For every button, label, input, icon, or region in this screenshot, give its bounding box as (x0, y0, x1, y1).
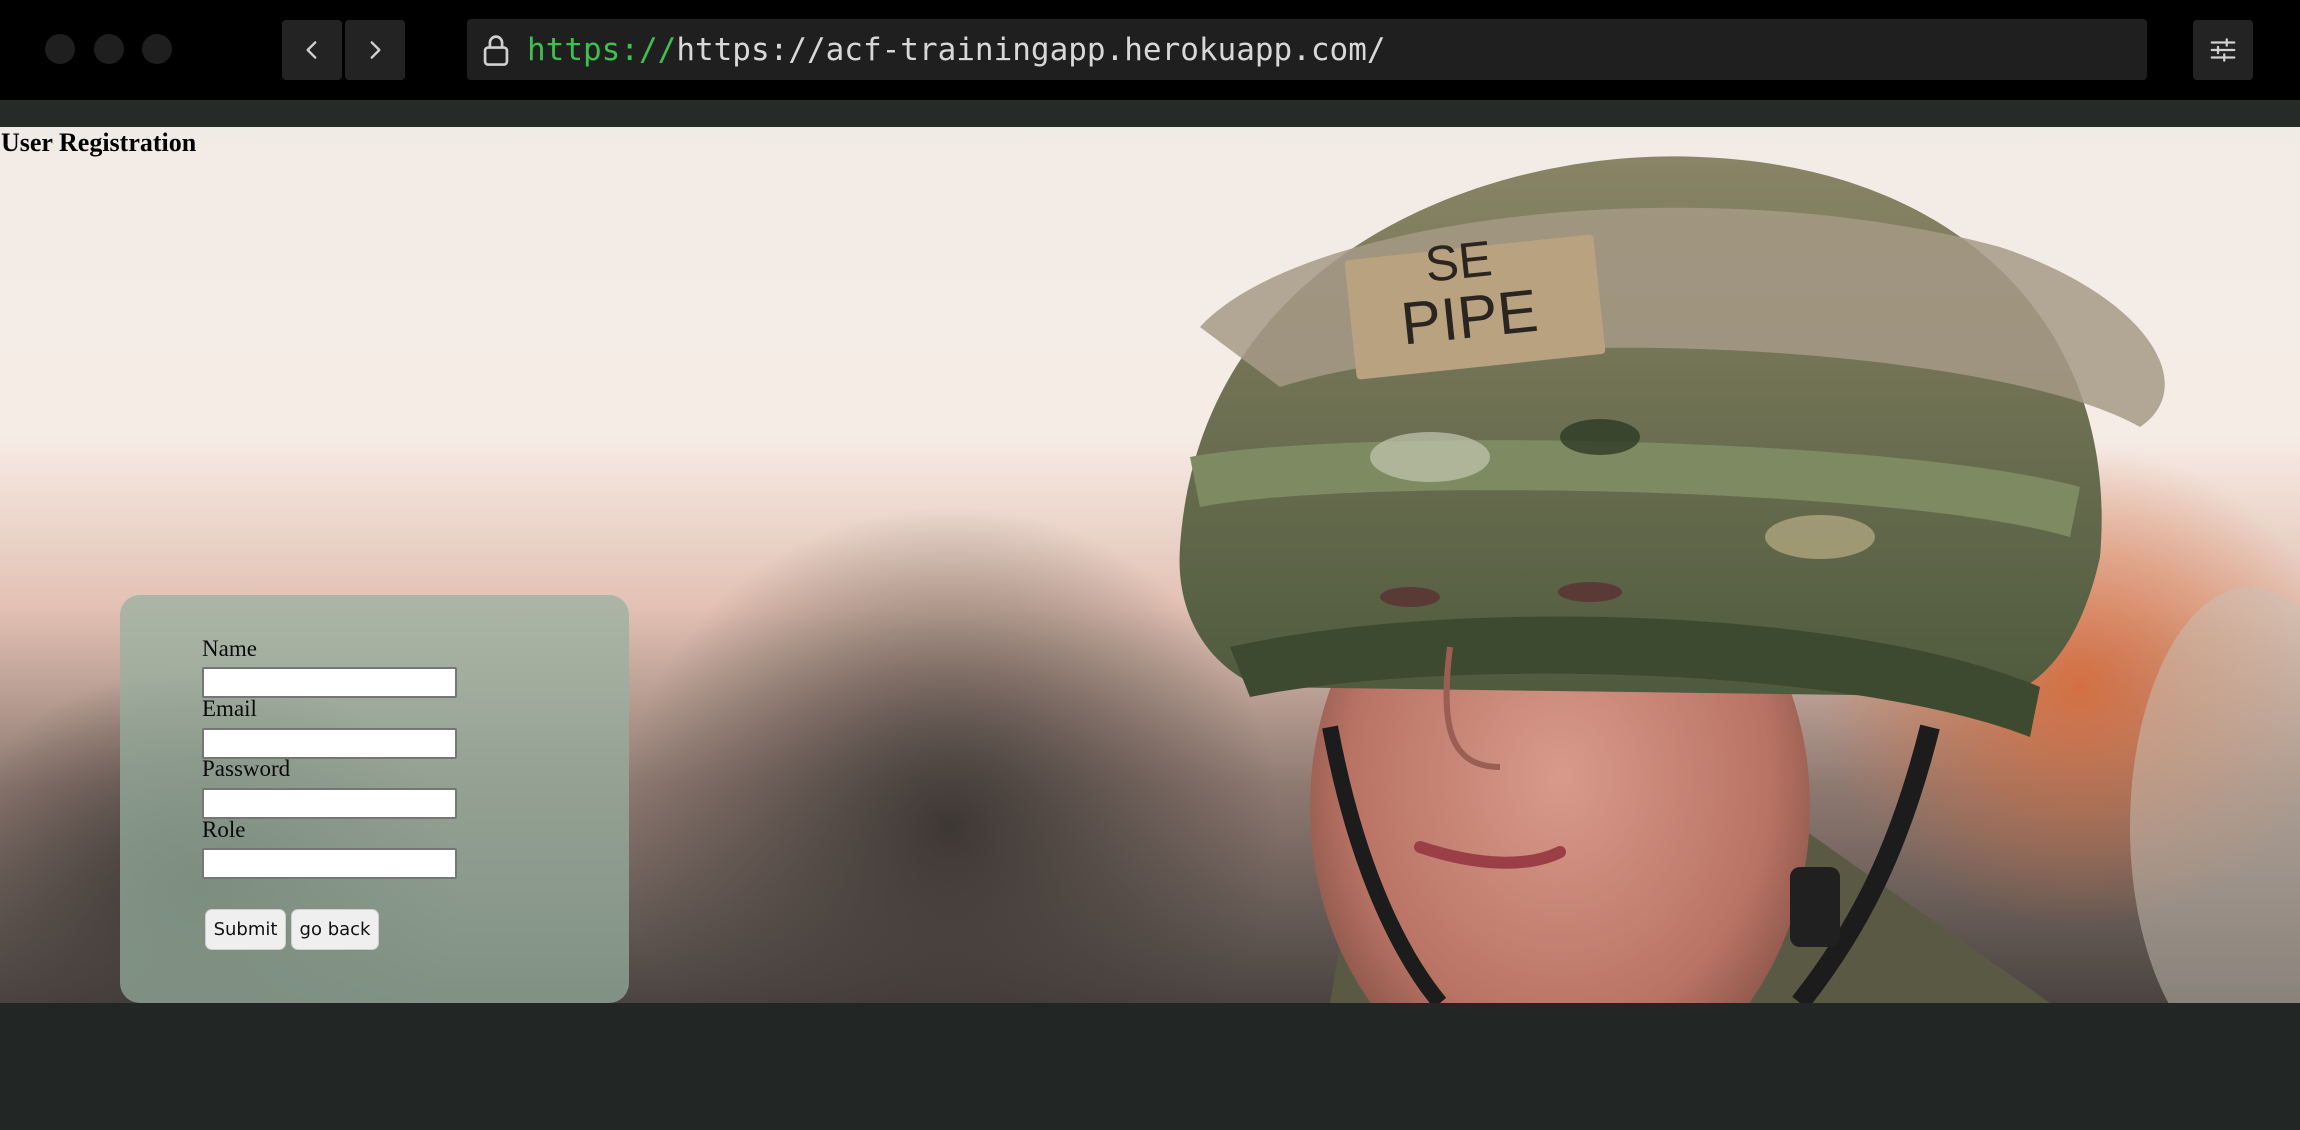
back-button[interactable] (282, 20, 342, 80)
svg-text:SE: SE (1422, 230, 1494, 293)
browser-toolbar: https://https://acf-trainingapp.herokuap… (0, 0, 2300, 100)
password-label: Password (202, 756, 291, 781)
sliders-icon (2210, 38, 2236, 62)
go-back-button[interactable]: go back (291, 909, 379, 950)
url-scheme: https:// (527, 31, 677, 68)
role-label: Role (202, 817, 246, 842)
registration-form: Name Email Password Role Submit go back (120, 595, 629, 1003)
email-label: Email (202, 696, 257, 721)
password-input[interactable] (202, 788, 457, 819)
window-close-dot[interactable] (45, 34, 75, 64)
page-bottom-area (0, 1003, 2300, 1130)
chevron-right-icon (370, 41, 381, 59)
name-input[interactable] (202, 667, 457, 698)
role-input[interactable] (202, 848, 457, 879)
chevron-left-icon (306, 41, 317, 59)
window-maximize-dot[interactable] (142, 34, 172, 64)
svg-text:PIPE: PIPE (1398, 277, 1541, 358)
forward-button[interactable] (345, 20, 405, 80)
page-viewport: PIPE SE User Registration Name Email Pas… (0, 127, 2300, 1003)
window-minimize-dot[interactable] (94, 34, 124, 64)
submit-button[interactable]: Submit (205, 909, 286, 950)
address-bar[interactable]: https://https://acf-trainingapp.herokuap… (467, 19, 2147, 80)
page-title: User Registration (1, 128, 197, 157)
email-input[interactable] (202, 728, 457, 759)
url-text: https://acf-trainingapp.herokuapp.com/ (676, 31, 1386, 68)
lock-icon (483, 34, 509, 66)
settings-button[interactable] (2193, 20, 2253, 80)
toolbar-divider (0, 100, 2300, 127)
name-label: Name (202, 636, 257, 661)
